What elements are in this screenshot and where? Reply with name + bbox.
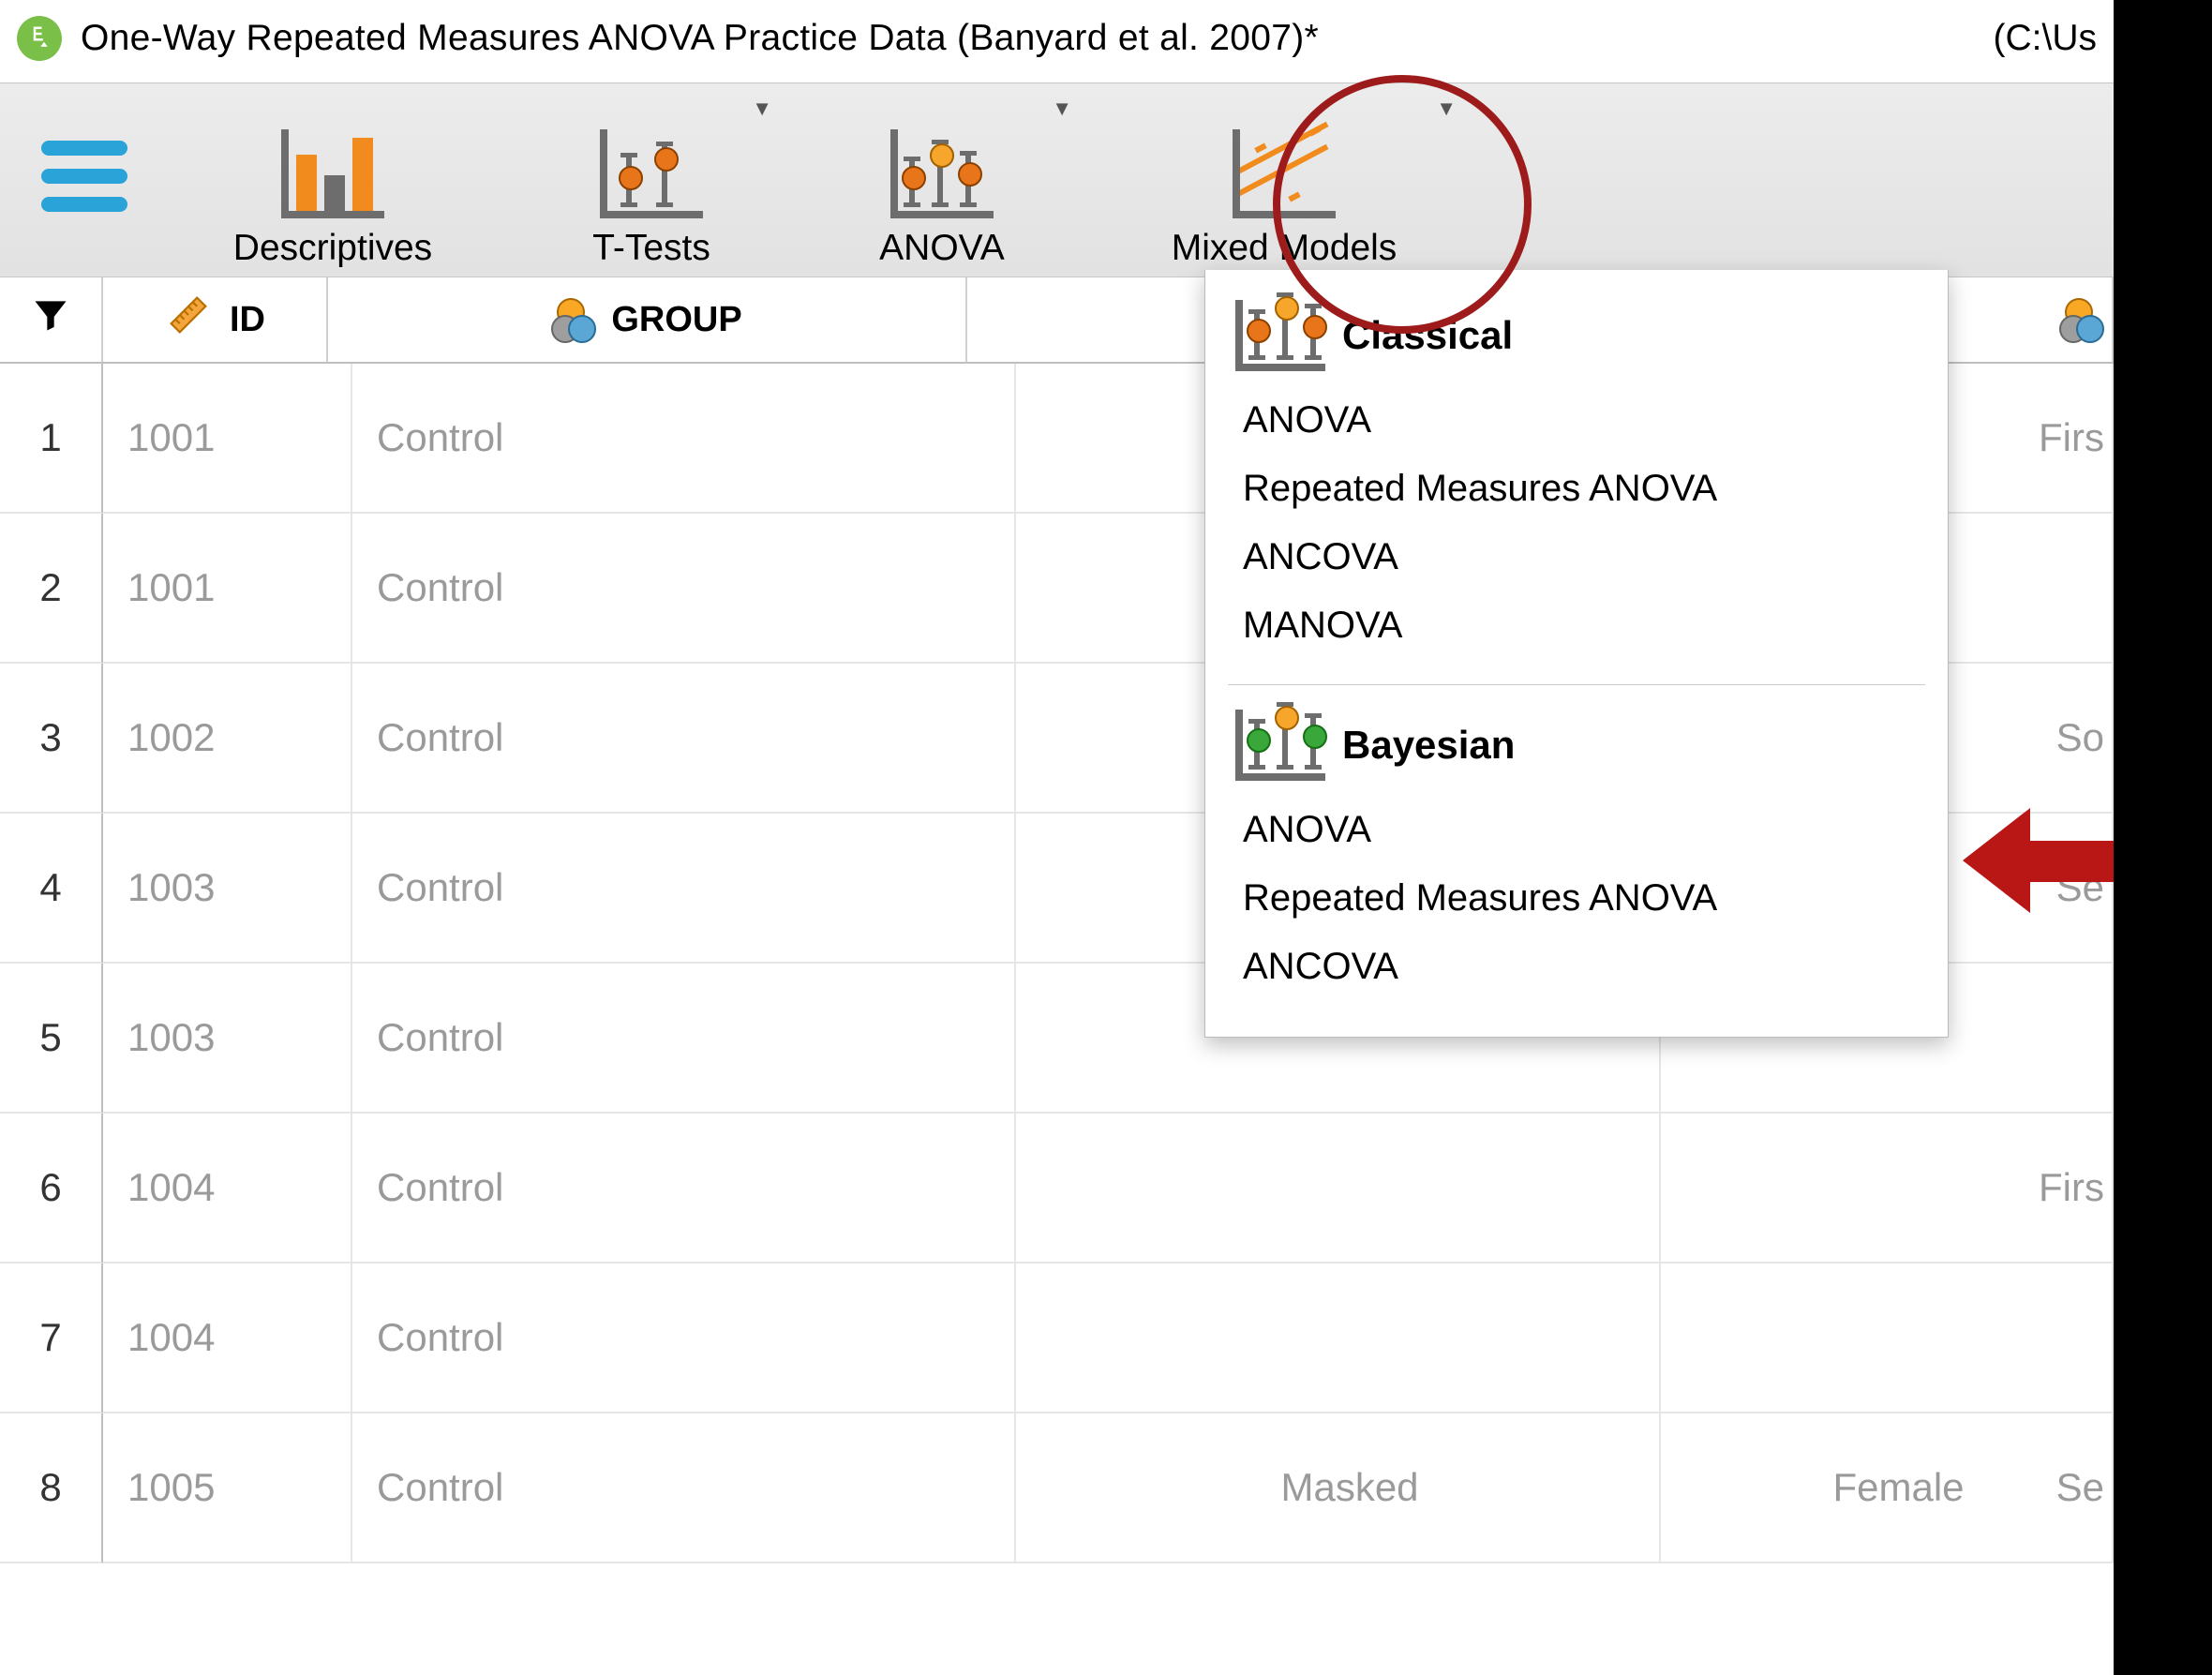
cell-group[interactable]: Control bbox=[352, 514, 1016, 664]
chevron-down-icon: ▼ bbox=[1436, 97, 1457, 121]
filter-column-header[interactable] bbox=[0, 277, 103, 362]
row-number: 6 bbox=[0, 1114, 103, 1264]
cell-id[interactable]: 1001 bbox=[103, 364, 352, 514]
row-number: 2 bbox=[0, 514, 103, 664]
nominal-icon bbox=[2059, 298, 2102, 341]
cell-hidden[interactable] bbox=[1016, 1114, 1661, 1264]
cell-group[interactable]: Control bbox=[352, 1413, 1016, 1563]
scatter-lines-icon bbox=[1228, 125, 1340, 218]
cell-peek-right: Se bbox=[2056, 1465, 2104, 1510]
app-logo-icon bbox=[17, 16, 62, 61]
cell-group[interactable]: Control bbox=[352, 1114, 1016, 1264]
menu-section-bayesian: Bayesian bbox=[1205, 702, 1948, 792]
cell-id[interactable]: 1001 bbox=[103, 514, 352, 664]
cell-partial[interactable]: Female Se bbox=[1661, 1413, 2114, 1563]
menu-item[interactable]: ANOVA bbox=[1205, 386, 1948, 455]
hamburger-menu-button[interactable] bbox=[28, 83, 141, 269]
column-header-id[interactable]: ID bbox=[103, 277, 328, 362]
menu-item[interactable]: Repeated Measures ANOVA bbox=[1205, 455, 1948, 523]
error-bar-three-green-icon bbox=[1235, 710, 1325, 781]
cell-group[interactable]: Control bbox=[352, 964, 1016, 1114]
funnel-icon bbox=[30, 294, 71, 345]
cell-group[interactable]: Control bbox=[352, 364, 1016, 514]
cell-id[interactable]: 1003 bbox=[103, 814, 352, 964]
cell-id[interactable]: 1003 bbox=[103, 964, 352, 1114]
menu-section-title-text: Bayesian bbox=[1342, 723, 1515, 768]
menu-section-classical: Classical bbox=[1205, 292, 1948, 382]
row-number: 8 bbox=[0, 1413, 103, 1563]
column-label: GROUP bbox=[611, 300, 741, 340]
menu-divider bbox=[1228, 684, 1925, 685]
cell-id[interactable]: 1005 bbox=[103, 1413, 352, 1563]
toolbar-anova-button[interactable]: ▼ ANOVA bbox=[806, 83, 1078, 269]
cell-group[interactable]: Control bbox=[352, 664, 1016, 814]
toolbar-label: T-Tests bbox=[592, 228, 710, 269]
table-row[interactable]: 61004Control Firs bbox=[0, 1114, 2114, 1264]
error-bar-three-icon bbox=[1235, 300, 1325, 371]
cell-value: Female bbox=[1832, 1465, 1964, 1510]
cell-value: Masked bbox=[1280, 1465, 1418, 1510]
toolbar-mixed-models-button[interactable]: ▼ Mixed Models bbox=[1106, 83, 1462, 269]
bar-chart-icon bbox=[276, 125, 389, 218]
cell-partial[interactable] bbox=[1661, 1264, 2114, 1413]
ruler-icon bbox=[164, 291, 213, 349]
chevron-down-icon: ▼ bbox=[752, 97, 772, 121]
cell-id[interactable]: 1004 bbox=[103, 1264, 352, 1413]
cell-partial[interactable]: Firs bbox=[1661, 1114, 2114, 1264]
cell-id[interactable]: 1002 bbox=[103, 664, 352, 814]
table-row[interactable]: 71004Control bbox=[0, 1264, 2114, 1413]
error-bar-two-icon bbox=[595, 125, 708, 218]
column-label: ID bbox=[230, 300, 265, 340]
main-toolbar: Descriptives ▼ T-Tests ▼ ANOVA bbox=[0, 82, 2114, 277]
cell-group[interactable]: Control bbox=[352, 1264, 1016, 1413]
cell-peek-right: So bbox=[2056, 715, 2104, 760]
menu-section-title-text: Classical bbox=[1342, 313, 1513, 358]
toolbar-ttests-button[interactable]: ▼ T-Tests bbox=[525, 83, 778, 269]
menu-item[interactable]: ANCOVA bbox=[1205, 933, 1948, 1001]
nominal-icon bbox=[551, 298, 594, 341]
hamburger-icon bbox=[41, 141, 127, 212]
chevron-down-icon: ▼ bbox=[1052, 97, 1072, 121]
toolbar-descriptives-button[interactable]: Descriptives bbox=[169, 83, 497, 269]
toolbar-label: ANOVA bbox=[879, 228, 1005, 269]
menu-item[interactable]: ANOVA bbox=[1205, 796, 1948, 864]
cell-id[interactable]: 1004 bbox=[103, 1114, 352, 1264]
column-header-group[interactable]: GROUP bbox=[328, 277, 967, 362]
row-number: 1 bbox=[0, 364, 103, 514]
toolbar-label: Mixed Models bbox=[1172, 228, 1397, 269]
title-bar: One-Way Repeated Measures ANOVA Practice… bbox=[0, 0, 2114, 82]
annotation-arrow bbox=[1963, 808, 2114, 911]
menu-item[interactable]: MANOVA bbox=[1205, 591, 1948, 660]
toolbar-label: Descriptives bbox=[233, 228, 432, 269]
cell-hidden[interactable]: Masked bbox=[1016, 1413, 1661, 1563]
cell-peek-right: Firs bbox=[2039, 415, 2104, 460]
table-row[interactable]: 81005Control Masked Female Se bbox=[0, 1413, 2114, 1563]
menu-item[interactable]: ANCOVA bbox=[1205, 523, 1948, 591]
anova-dropdown-menu: Classical ANOVARepeated Measures ANOVAAN… bbox=[1204, 270, 1949, 1038]
row-number: 3 bbox=[0, 664, 103, 814]
window-path-fragment: (C:\Us bbox=[1994, 18, 2098, 59]
cell-peek-right: Firs bbox=[2039, 1165, 2104, 1210]
error-bar-three-icon bbox=[886, 125, 998, 218]
window-title: One-Way Repeated Measures ANOVA Practice… bbox=[81, 18, 1319, 59]
row-number: 5 bbox=[0, 964, 103, 1114]
cell-hidden[interactable] bbox=[1016, 1264, 1661, 1413]
row-number: 7 bbox=[0, 1264, 103, 1413]
menu-item[interactable]: Repeated Measures ANOVA bbox=[1205, 864, 1948, 933]
row-number: 4 bbox=[0, 814, 103, 964]
cell-group[interactable]: Control bbox=[352, 814, 1016, 964]
